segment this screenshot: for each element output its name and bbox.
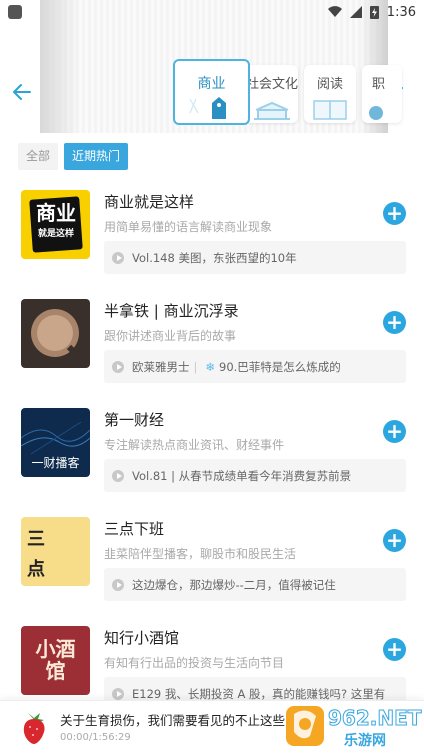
category-art xyxy=(362,97,402,121)
strawberry-icon[interactable] xyxy=(20,709,48,745)
subscribe-plus-icon[interactable]: + xyxy=(383,638,406,661)
now-playing-title: 关于生育损伤，我们需要看见的不止这些...... xyxy=(60,713,309,728)
list-item[interactable]: 一财播客 第一财经 专注解读热点商业资讯、财经事件 Vol.81 | 从春节成绩… xyxy=(0,398,424,507)
latest-episode[interactable]: Vol.148 美图，东张西望的10年 xyxy=(104,241,406,274)
play-icon xyxy=(112,469,124,482)
podcast-list: 商业 就是这样 商业就是这样 用简单易懂的语言解读商业现象 Vol.148 美图… xyxy=(0,180,424,725)
category-tab-business[interactable]: 商业 xyxy=(173,59,250,125)
play-icon xyxy=(112,578,124,591)
list-item[interactable]: 半拿铁 | 商业沉浮录 跟你讲述商业背后的故事 欧莱雅男士 | ❄ 90.巴菲特… xyxy=(0,289,424,398)
play-icon xyxy=(112,360,124,373)
watermark-text: 962.NET xyxy=(327,706,422,731)
site-watermark: 962.NET 乐游网 xyxy=(284,702,422,750)
latest-episode-title: 欧莱雅男士 xyxy=(132,359,190,374)
podcast-title[interactable]: 第一财经 xyxy=(104,409,164,430)
podcast-description: 有知有行出品的投资与生活向节目 xyxy=(104,656,285,670)
podcast-description: 跟你讲述商业背后的故事 xyxy=(104,329,237,343)
play-icon xyxy=(112,251,124,264)
back-arrow-icon[interactable] xyxy=(10,80,34,104)
clock: 1:36 xyxy=(386,4,416,20)
cover-text: 一财播客 xyxy=(31,456,80,470)
cover-text: 商业 xyxy=(36,201,76,225)
subscribe-plus-icon[interactable]: + xyxy=(383,529,406,552)
latest-episode[interactable]: Vol.81 | 从春节成绩单看今年消费复苏前景 xyxy=(104,459,406,492)
latest-episode[interactable]: 欧莱雅男士 | ❄ 90.巴菲特是怎么炼成的 xyxy=(104,350,406,383)
podcast-cover: 商业 就是这样 xyxy=(21,190,90,259)
building-icon xyxy=(246,97,298,121)
list-item[interactable]: 三点下班 三点下班 韭菜陪伴型播客，聊股市和股民生活 这边爆仓，那边爆炒--二月… xyxy=(0,507,424,616)
book-icon xyxy=(304,97,356,121)
latest-episode-title: 这边爆仓，那边爆炒--二月，值得被记住 xyxy=(132,577,336,592)
divider: | xyxy=(193,359,198,374)
category-label: 商业 xyxy=(197,76,226,92)
latest-episode[interactable]: 这边爆仓，那边爆炒--二月，值得被记住 xyxy=(104,568,406,601)
cover-text: 三点下班 xyxy=(27,529,61,580)
podcast-title[interactable]: 商业就是这样 xyxy=(104,191,194,212)
wifi-icon xyxy=(327,6,342,18)
subscribe-plus-icon[interactable]: + xyxy=(383,311,406,334)
podcast-description: 韭菜陪伴型播客，聊股市和股民生活 xyxy=(104,547,297,561)
category-label: 阅读 xyxy=(316,77,343,92)
signal-icon xyxy=(349,6,362,18)
podcast-title[interactable]: 三点下班 xyxy=(104,518,164,539)
price-tag-icon xyxy=(175,97,248,121)
list-item[interactable]: 商业 就是这样 商业就是这样 用简单易懂的语言解读商业现象 Vol.148 美图… xyxy=(0,180,424,289)
podcast-cover: 小酒馆 xyxy=(21,626,90,695)
podcast-description: 专注解读热点商业资讯、财经事件 xyxy=(104,438,285,452)
play-icon xyxy=(112,687,124,700)
cover-subtext: 就是这样 xyxy=(37,229,74,239)
latest-episode-extra: 90.巴菲特是怎么炼成的 xyxy=(219,359,341,374)
podcast-cover: 一财播客 xyxy=(21,408,90,477)
status-bar: 1:36 xyxy=(0,0,424,24)
subscribe-plus-icon[interactable]: + xyxy=(383,202,406,225)
battery-icon xyxy=(369,6,379,19)
podcast-description: 用简单易懂的语言解读商业现象 xyxy=(104,220,273,234)
podcast-cover xyxy=(21,299,90,368)
cover-text: 小酒馆 xyxy=(35,637,76,683)
podcast-title[interactable]: 半拿铁 | 商业沉浮录 xyxy=(104,300,239,321)
category-tab-reading[interactable]: 阅读 xyxy=(304,65,356,123)
category-tab-career[interactable]: 职 xyxy=(362,65,402,123)
snowflake-icon: ❄ xyxy=(205,359,216,374)
subscribe-plus-icon[interactable]: + xyxy=(383,420,406,443)
podcast-cover: 三点下班 xyxy=(21,517,90,586)
podcast-title[interactable]: 知行小酒馆 xyxy=(104,627,179,648)
watermark-subtext: 乐游网 xyxy=(344,733,386,749)
category-label: 社会文化 xyxy=(246,77,298,92)
category-tab-society[interactable]: 社会文化 xyxy=(246,65,298,123)
filter-bar: 全部 近期热门 xyxy=(18,143,129,170)
latest-episode-title: Vol.81 | 从春节成绩单看今年消费复苏前景 xyxy=(132,468,352,483)
category-label: 职 xyxy=(372,77,386,92)
filter-all[interactable]: 全部 xyxy=(18,143,59,170)
notification-icon xyxy=(8,5,22,19)
filter-recent-hot[interactable]: 近期热门 xyxy=(64,143,129,170)
latest-episode-title: Vol.148 美图，东张西望的10年 xyxy=(132,250,297,265)
now-playing-time: 00:00/1:56:29 xyxy=(60,732,131,743)
